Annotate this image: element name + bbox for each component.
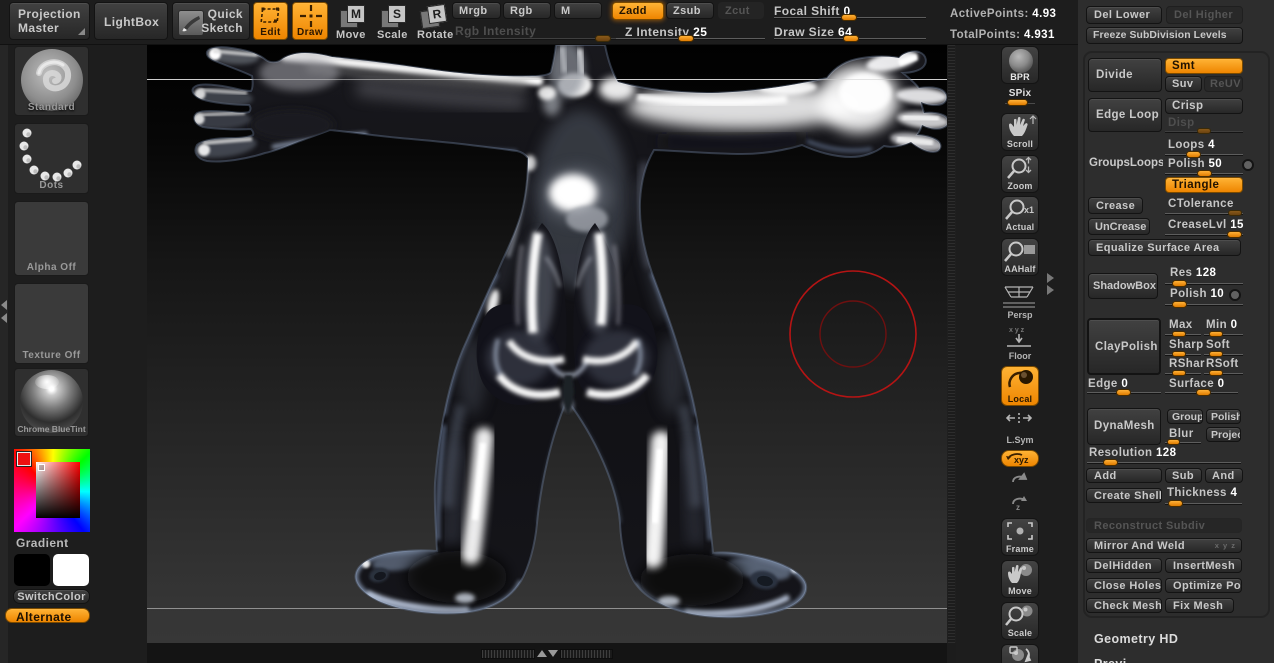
svg-text:x1: x1 — [1024, 205, 1034, 215]
svg-text:z: z — [1016, 503, 1020, 512]
svg-text:x y z: x y z — [1009, 327, 1025, 334]
svg-text:xyz: xyz — [1014, 455, 1029, 465]
